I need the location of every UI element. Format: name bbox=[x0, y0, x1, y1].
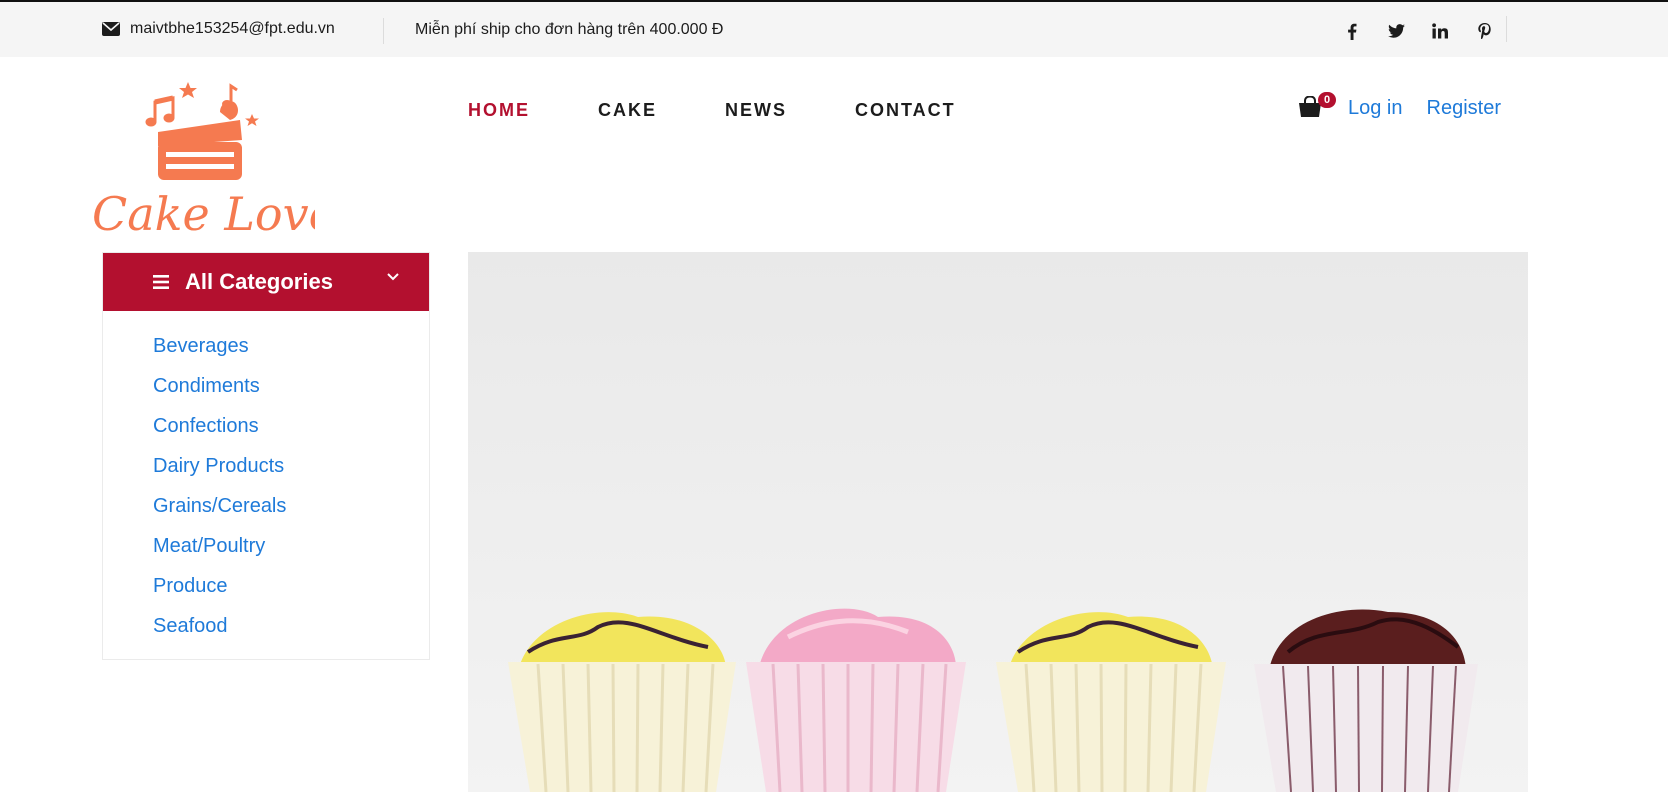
category-meat-poultry[interactable]: Meat/Poultry bbox=[103, 533, 429, 573]
cake-lover-logo[interactable]: Cake Lover bbox=[90, 80, 361, 241]
register-link[interactable]: Register bbox=[1427, 97, 1501, 120]
cupcake-pink bbox=[746, 608, 966, 792]
categories-header[interactable]: All Categories bbox=[103, 253, 429, 311]
category-dairy-products[interactable]: Dairy Products bbox=[103, 453, 429, 493]
nav-news[interactable]: NEWS bbox=[725, 100, 787, 121]
main-nav: HOME CAKE NEWS CONTACT bbox=[468, 100, 1024, 121]
nav-home[interactable]: HOME bbox=[468, 100, 530, 121]
divider bbox=[383, 18, 384, 44]
divider bbox=[1506, 16, 1507, 42]
categories-panel: All Categories Beverages Condiments Conf… bbox=[102, 252, 430, 660]
menu-icon bbox=[153, 275, 169, 289]
nav-cake[interactable]: CAKE bbox=[598, 100, 657, 121]
categories-title: All Categories bbox=[185, 269, 333, 294]
cupcake-chocolate bbox=[1254, 609, 1478, 792]
category-produce[interactable]: Produce bbox=[103, 573, 429, 613]
account-area: 0 Log in Register bbox=[1298, 92, 1525, 120]
shipping-note: Miễn phí ship cho đơn hàng trên 400.000 … bbox=[415, 21, 724, 38]
facebook-icon[interactable] bbox=[1330, 19, 1374, 43]
hero-banner-image bbox=[468, 252, 1528, 792]
linkedin-icon[interactable] bbox=[1418, 19, 1462, 43]
nav-contact[interactable]: CONTACT bbox=[855, 100, 956, 121]
pinterest-icon[interactable] bbox=[1462, 19, 1506, 43]
cupcake-yellow-2 bbox=[996, 612, 1226, 792]
twitter-icon[interactable] bbox=[1374, 19, 1418, 43]
chevron-down-icon bbox=[387, 273, 399, 281]
top-bar: maivtbhe153254@fpt.edu.vn Miễn phí ship … bbox=[0, 2, 1668, 57]
category-confections[interactable]: Confections bbox=[103, 413, 429, 453]
category-seafood[interactable]: Seafood bbox=[103, 613, 429, 653]
category-condiments[interactable]: Condiments bbox=[103, 373, 429, 413]
category-list: Beverages Condiments Confections Dairy P… bbox=[103, 311, 429, 653]
login-link[interactable]: Log in bbox=[1348, 97, 1403, 120]
email-contact[interactable]: maivtbhe153254@fpt.edu.vn bbox=[102, 20, 335, 38]
logo-text: Cake Lover bbox=[92, 187, 315, 240]
envelope-icon bbox=[102, 22, 120, 36]
cart-count-badge: 0 bbox=[1318, 92, 1336, 108]
category-grains-cereals[interactable]: Grains/Cereals bbox=[103, 493, 429, 533]
email-text: maivtbhe153254@fpt.edu.vn bbox=[130, 20, 335, 37]
category-beverages[interactable]: Beverages bbox=[103, 333, 429, 373]
cupcake-yellow bbox=[508, 612, 736, 792]
social-links bbox=[1330, 19, 1506, 43]
cart-button[interactable]: 0 bbox=[1298, 92, 1336, 120]
